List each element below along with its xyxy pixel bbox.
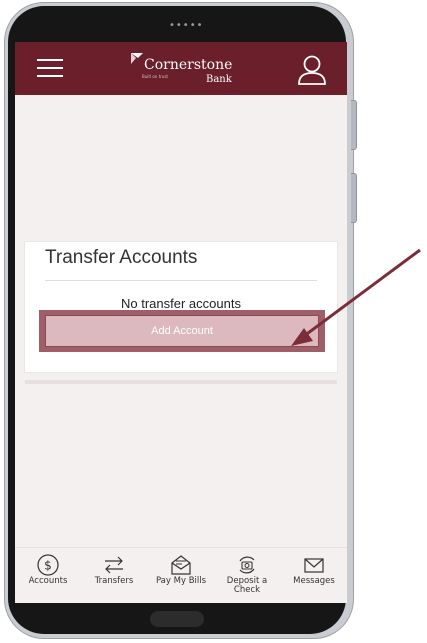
menu-icon[interactable] [37, 58, 63, 78]
volume-down-button [351, 173, 357, 223]
mail-icon [304, 558, 324, 573]
camera-deposit-icon [239, 556, 255, 574]
transfer-accounts-card: Transfer Accounts No transfer accounts A… [25, 242, 337, 372]
tab-label: Messages [293, 576, 335, 586]
tab-label: Pay My Bills [155, 576, 207, 586]
app-header: Cornerstone Built on trust Bank [15, 42, 347, 95]
dollar-circle-icon: $ [37, 554, 59, 576]
bill-envelope-icon [171, 555, 191, 575]
bottom-tab-bar: $ Accounts Transfers Pay My Bills Deposi… [15, 547, 347, 603]
card-divider [45, 280, 317, 281]
profile-icon[interactable] [297, 54, 327, 86]
transfer-arrows-icon [105, 556, 123, 574]
svg-text:$: $ [44, 559, 52, 573]
home-button[interactable] [150, 611, 204, 627]
tab-label: Accounts [28, 576, 68, 586]
card-title: Transfer Accounts [45, 247, 198, 268]
add-account-button[interactable]: Add Account [45, 315, 319, 347]
tab-messages[interactable]: Messages [281, 548, 347, 603]
brand-sub: Bank [206, 74, 232, 85]
add-account-highlight: Add Account [39, 310, 325, 352]
brand-name: Cornerstone [144, 57, 233, 73]
tab-deposit-check[interactable]: Deposit a Check [214, 548, 280, 603]
card-shadow [25, 380, 337, 384]
tab-label: Deposit a Check [226, 576, 268, 595]
brand-tagline: Built on trust [142, 74, 168, 79]
brand-logo: Cornerstone Built on trust Bank [130, 51, 240, 89]
app-screen: Cornerstone Built on trust Bank Transfer… [15, 42, 347, 603]
tab-label: Transfers [94, 576, 134, 586]
empty-state-message: No transfer accounts [121, 296, 241, 311]
speaker-grille: ••••• [169, 20, 204, 31]
tab-accounts[interactable]: $ Accounts [15, 548, 81, 603]
tab-transfers[interactable]: Transfers [81, 548, 147, 603]
volume-up-button [351, 100, 357, 150]
tab-pay-bills[interactable]: Pay My Bills [148, 548, 214, 603]
logo-mark-icon [131, 53, 143, 64]
